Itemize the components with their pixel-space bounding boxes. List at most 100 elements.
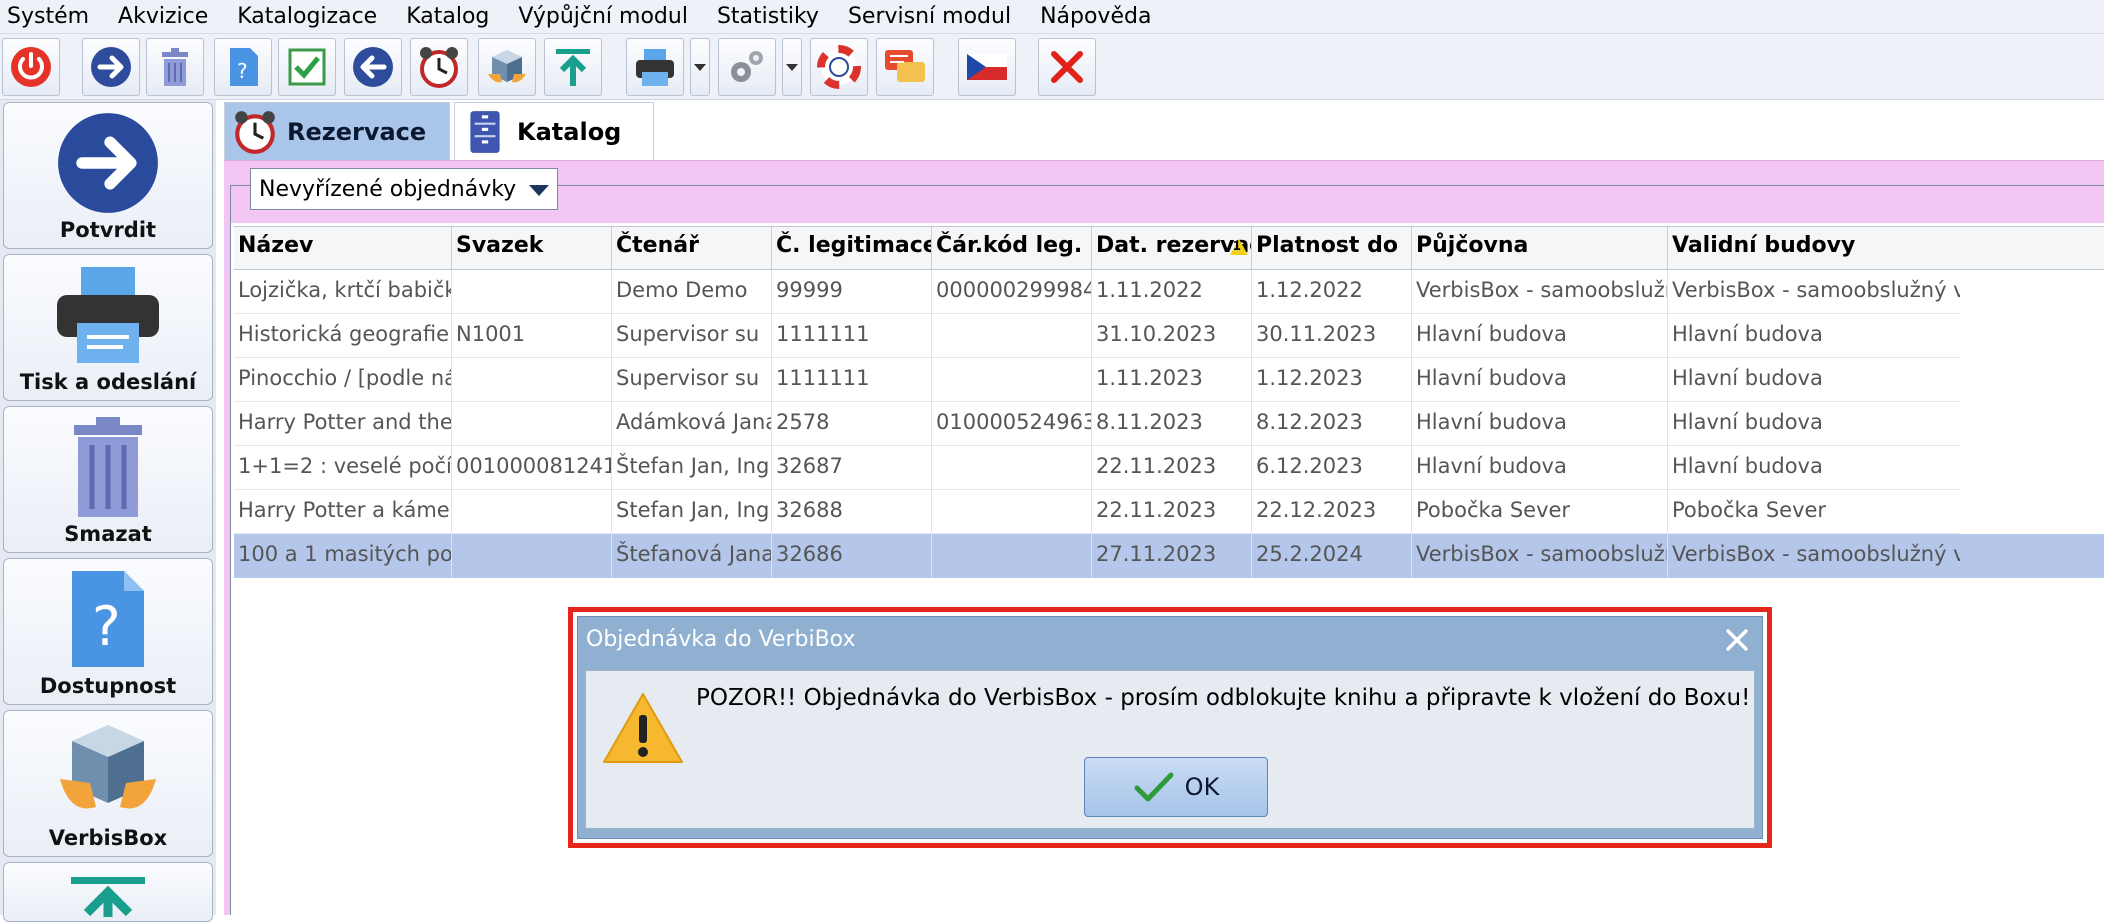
table-cell: 31.10.2023	[1092, 314, 1252, 358]
table-cell: Harry Potter a kámen mudrců	[234, 490, 452, 534]
column-header[interactable]: Název	[234, 227, 452, 269]
verbisbox-button[interactable]	[478, 38, 536, 96]
table-cell: Supervisor su	[612, 358, 772, 402]
table-cell: 1111111	[772, 358, 932, 402]
table-cell: Pinocchio / [podle námětu Carla Collodih…	[234, 358, 452, 402]
order-filter-select[interactable]: Nevyřízené objednávky	[250, 168, 558, 210]
table-cell: N1001	[452, 314, 612, 358]
column-header-sorted[interactable]: Dat. rezervace 1	[1092, 227, 1252, 269]
menu-akvizice[interactable]: Akvizice	[111, 4, 222, 29]
help-document-icon: ?	[72, 571, 144, 667]
table-cell: 25.2.2024	[1252, 534, 1412, 578]
table-cell: 22.11.2023	[1092, 490, 1252, 534]
column-header[interactable]: Platnost do	[1252, 227, 1412, 269]
table-row[interactable]: 100 a 1 masitých pokrmů z celého světa Št…	[234, 534, 2104, 578]
sidebar-item-upload[interactable]	[3, 862, 213, 922]
table-cell	[932, 446, 1092, 490]
sidebar-item-smazat[interactable]: Smazat	[3, 406, 213, 553]
gears-icon	[731, 51, 763, 82]
tab-label: Rezervace	[287, 117, 427, 146]
column-header[interactable]: Čtenář	[612, 227, 772, 269]
table-cell: Historická geografie. 44/2 / ved. red.	[234, 314, 452, 358]
menu-servisni-modul[interactable]: Servisní modul	[841, 4, 1025, 29]
sidebar-item-verbisbox[interactable]: VerbisBox	[3, 710, 213, 857]
table-cell: 32686	[772, 534, 932, 578]
table-row[interactable]: Harry Potter a kámen mudrců Stefan Jan, I…	[234, 490, 2104, 534]
column-header[interactable]: Svazek	[452, 227, 612, 269]
column-header[interactable]: Č. legitimace	[772, 227, 932, 269]
language-button[interactable]	[958, 38, 1016, 96]
column-header[interactable]: Čár.kód leg.	[932, 227, 1092, 269]
dialog-title: Objednávka do VerbiBox	[586, 627, 856, 652]
sort-index: 1	[1232, 239, 1241, 253]
order-filter-value: Nevyřízené objednávky	[259, 176, 517, 202]
table-cell: Hlavní budova	[1412, 358, 1668, 402]
table-cell: 1.12.2022	[1252, 270, 1412, 314]
column-header[interactable]: Validní budovy	[1668, 227, 1960, 269]
menu-vypujcni-modul[interactable]: Výpůjční modul	[511, 4, 702, 29]
sidebar-item-dostupnost[interactable]: ? Dostupnost	[3, 558, 213, 705]
menu-katalog[interactable]: Katalog	[399, 4, 503, 29]
menu-statistiky[interactable]: Statistiky	[710, 4, 833, 29]
table-cell: 30.11.2023	[1252, 314, 1412, 358]
table-cell: 001000081241	[452, 446, 612, 490]
reservation-button[interactable]	[410, 38, 468, 96]
settings-button[interactable]	[718, 38, 776, 96]
close-icon	[1051, 51, 1083, 83]
table-cell: 000000299984	[932, 270, 1092, 314]
chevron-down-icon	[529, 185, 549, 196]
table-cell: 2578	[772, 402, 932, 446]
table-cell: Lojzička, krtčí babička. Expresionismus	[234, 270, 452, 314]
print-dropdown[interactable]	[690, 38, 710, 96]
table-cell: Hlavní budova	[1668, 314, 1960, 358]
availability-button[interactable]: ?	[214, 38, 272, 96]
table-row[interactable]: Pinocchio / [podle námětu Carla Collodih…	[234, 358, 2104, 402]
arrow-left-icon	[353, 47, 393, 87]
power-button[interactable]	[2, 38, 60, 96]
messages-button[interactable]	[876, 38, 934, 96]
close-icon[interactable]	[1724, 627, 1750, 653]
table-cell: 22.12.2023	[1252, 490, 1412, 534]
settings-dropdown[interactable]	[782, 38, 802, 96]
table-cell: VerbisBox - samoobslužný výdejní box	[1668, 534, 1960, 578]
close-button[interactable]	[1038, 38, 1096, 96]
delete-button[interactable]	[146, 38, 204, 96]
sidebar-item-tisk[interactable]: Tisk a odeslání	[3, 254, 213, 401]
table-cell: Hlavní budova	[1412, 402, 1668, 446]
back-button[interactable]	[344, 38, 402, 96]
menu-katalogizace[interactable]: Katalogizace	[230, 4, 391, 29]
table-cell: 99999	[772, 270, 932, 314]
column-header-label: Dat. rezervace	[1096, 233, 1251, 258]
table-cell	[452, 534, 612, 578]
table-cell	[932, 314, 1092, 358]
print-button[interactable]	[626, 38, 684, 96]
reservations-table: Název Svazek Čtenář Č. legitimace Čár.kó…	[234, 226, 2104, 578]
sidebar-item-label: Tisk a odeslání	[19, 370, 197, 394]
table-cell	[452, 490, 612, 534]
alarm-clock-icon	[235, 110, 275, 154]
menu-napoveda[interactable]: Nápověda	[1033, 4, 1165, 29]
upload-button[interactable]	[544, 38, 602, 96]
check-button[interactable]	[278, 38, 336, 96]
table-row[interactable]: 1+1=2 : veselé počítání se zvířátky00100…	[234, 446, 2104, 490]
table-cell: Adámková Jana	[612, 402, 772, 446]
menu-bar: Systém Akvizice Katalogizace Katalog Výp…	[0, 0, 2104, 34]
table-row[interactable]: Lojzička, krtčí babička. Expresionismus D…	[234, 270, 2104, 314]
column-header[interactable]: Půjčovna	[1412, 227, 1668, 269]
table-cell: Hlavní budova	[1412, 446, 1668, 490]
table-cell: Pobočka Sever	[1668, 490, 1960, 534]
tab-rezervace[interactable]: Rezervace	[224, 102, 450, 160]
confirm-button[interactable]	[82, 38, 140, 96]
trash-icon	[162, 48, 188, 86]
table-row[interactable]: Historická geografie. 44/2 / ved. red.N1…	[234, 314, 2104, 358]
table-cell	[932, 358, 1092, 402]
ok-button[interactable]: OK	[1084, 757, 1268, 817]
lifebuoy-icon	[817, 45, 861, 89]
tab-katalog[interactable]: Katalog	[454, 102, 654, 160]
ok-button-label: OK	[1184, 773, 1220, 801]
sidebar-item-potvrdit[interactable]: Potvrdit	[3, 102, 213, 249]
table-row[interactable]: Harry Potter and the deathly hallows Adám…	[234, 402, 2104, 446]
table-cell: 1.11.2023	[1092, 358, 1252, 402]
support-button[interactable]	[810, 38, 868, 96]
menu-system[interactable]: Systém	[0, 4, 103, 29]
